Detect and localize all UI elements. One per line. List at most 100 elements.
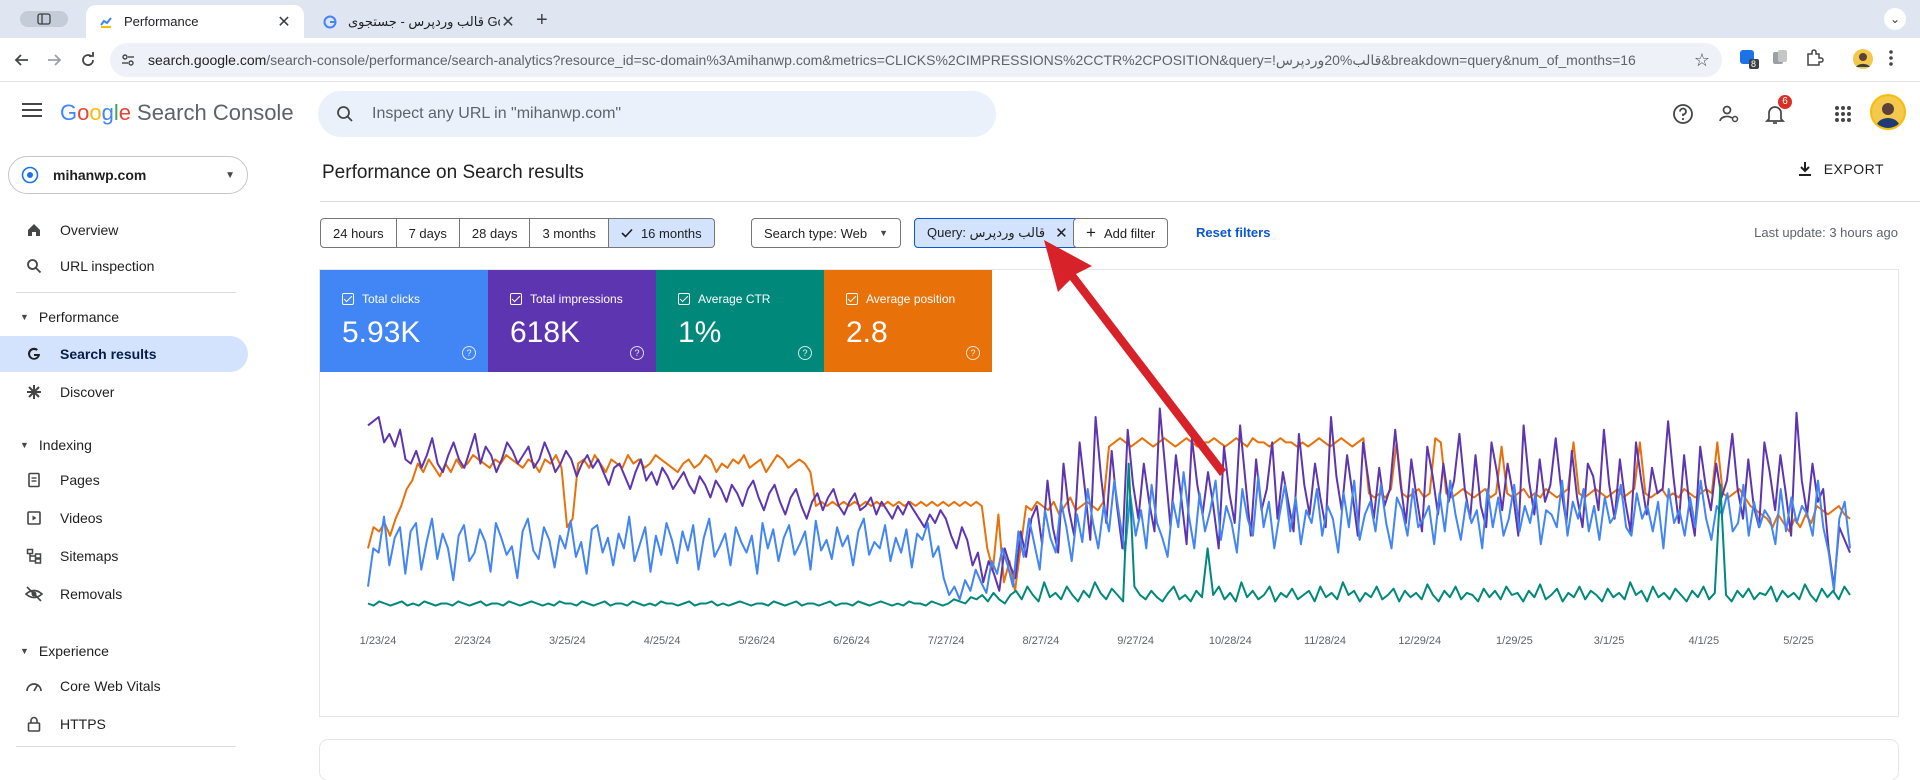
profile-avatar-icon[interactable] xyxy=(1852,48,1876,72)
metric-label: Total impressions xyxy=(530,292,623,306)
metric-average-ctr[interactable]: Average CTR 1% ? xyxy=(656,270,824,372)
property-selector[interactable]: mihanwp.com ▼ xyxy=(8,156,248,194)
extension-icon[interactable] xyxy=(1770,48,1794,72)
sidebar-item-url-inspection[interactable]: URL inspection xyxy=(0,248,248,284)
checkbox-checked-icon[interactable] xyxy=(678,293,690,305)
metric-value: 2.8 xyxy=(846,316,888,349)
page-title: Performance on Search results xyxy=(322,162,584,183)
last-update-text: Last update: 3 hours ago xyxy=(1754,225,1898,240)
sidebar-item-sitemaps[interactable]: Sitemaps xyxy=(0,538,248,574)
inspect-url-input[interactable] xyxy=(372,103,972,125)
notifications-bell-icon[interactable]: 6 xyxy=(1760,95,1792,129)
search-console-favicon-icon xyxy=(98,14,114,30)
sidebar-item-label: HTTPS xyxy=(60,716,106,732)
lock-icon xyxy=(24,714,44,734)
account-avatar[interactable] xyxy=(1870,94,1906,130)
search-type-filter[interactable]: Search type: Web ▼ xyxy=(751,218,902,248)
sidebar-item-label: Discover xyxy=(60,384,115,400)
range-7-days[interactable]: 7 days xyxy=(396,218,460,248)
extension-badge-icon[interactable]: 8 xyxy=(1738,48,1762,72)
sidebar-section-label: Performance xyxy=(38,309,120,325)
help-icon[interactable]: ? xyxy=(798,346,812,360)
close-tab-icon[interactable]: ✕ xyxy=(500,12,516,32)
export-button[interactable]: EXPORT xyxy=(1798,161,1884,177)
x-axis-tick-label: 1/29/25 xyxy=(1496,635,1533,647)
metric-total-clicks[interactable]: Total clicks 5.93K ? xyxy=(320,270,488,372)
google-apps-icon[interactable] xyxy=(1828,99,1858,129)
help-icon[interactable]: ? xyxy=(966,346,980,360)
sidebar-item-removals[interactable]: Removals xyxy=(0,576,248,612)
back-icon[interactable] xyxy=(10,48,34,72)
series-line-total-impressions xyxy=(367,407,1851,592)
range-16-months[interactable]: 16 months xyxy=(608,218,715,248)
plus-icon: + xyxy=(1086,223,1096,242)
sidebar-item-search-results[interactable]: Search results xyxy=(0,336,248,372)
url-host: search.google.com xyxy=(148,52,267,68)
main-menu-icon[interactable] xyxy=(22,102,42,123)
bookmark-star-icon[interactable]: ☆ xyxy=(1694,50,1710,71)
forward-icon[interactable] xyxy=(42,48,66,72)
sidebar-item-pages[interactable]: Pages xyxy=(0,462,248,498)
metric-total-impressions[interactable]: Total impressions 618K ? xyxy=(488,270,656,372)
url-inspection-search[interactable] xyxy=(318,91,996,137)
performance-line-chart[interactable]: 1/23/24 2/23/24 3/25/24 4/25/24 5/26/24 6/26/… xyxy=(320,372,1898,716)
dropdown-caret-icon: ▼ xyxy=(225,169,235,181)
browser-menu-icon[interactable] xyxy=(1888,48,1912,72)
sidebar-item-label: Videos xyxy=(60,510,103,526)
extensions-puzzle-icon[interactable] xyxy=(1804,48,1828,72)
site-info-icon[interactable] xyxy=(120,52,136,73)
metric-label: Total clicks xyxy=(362,292,421,306)
range-label: 28 days xyxy=(471,225,518,241)
range-label: 16 months xyxy=(640,225,702,241)
tab-performance[interactable]: Performance ✕ xyxy=(86,5,304,38)
metric-average-position[interactable]: Average position 2.8 ? xyxy=(824,270,992,372)
search-type-label: Search type: Web xyxy=(764,225,868,241)
sidebar-section-experience[interactable]: ▼ Experience xyxy=(0,636,248,666)
export-label: EXPORT xyxy=(1823,161,1884,177)
range-3-months[interactable]: 3 months xyxy=(530,218,609,248)
google-favicon-icon xyxy=(322,14,338,30)
x-axis-tick-label: 1/23/24 xyxy=(360,635,397,647)
sidebar-item-videos[interactable]: Videos xyxy=(0,500,248,536)
metric-value: 5.93K xyxy=(342,316,421,349)
x-axis-tick-label: 11/28/24 xyxy=(1304,635,1346,647)
new-tab-icon[interactable]: + xyxy=(536,9,548,32)
help-icon[interactable] xyxy=(1668,99,1698,129)
browser-toolbar: search.google.com/search-console/perform… xyxy=(0,38,1920,82)
sidebar-item-overview[interactable]: Overview xyxy=(0,212,248,248)
sidebar-toggle-icon[interactable] xyxy=(20,11,68,27)
range-28-days[interactable]: 28 days xyxy=(459,218,531,248)
sidebar-item-core-web-vitals[interactable]: Core Web Vitals xyxy=(0,668,248,704)
address-bar[interactable]: search.google.com/search-console/perform… xyxy=(110,43,1722,77)
videos-icon xyxy=(24,508,44,528)
x-axis-tick-label: 4/1/25 xyxy=(1689,635,1720,647)
remove-filter-icon[interactable]: ✕ xyxy=(1055,224,1068,242)
help-icon[interactable]: ? xyxy=(630,346,644,360)
x-axis-tick-label: 9/27/24 xyxy=(1117,635,1154,647)
query-filter-chip[interactable]: Query: قالب وردپرس ✕ xyxy=(914,218,1081,248)
title-divider xyxy=(320,201,1920,202)
range-label: 24 hours xyxy=(333,225,384,241)
tab-title: قالب وردپرس - جستجوی Google xyxy=(348,13,500,29)
sidebar-item-https[interactable]: HTTPS xyxy=(0,706,248,742)
checkbox-checked-icon[interactable] xyxy=(846,293,858,305)
reload-icon[interactable] xyxy=(76,48,100,72)
sidebar-section-indexing[interactable]: ▼ Indexing xyxy=(0,430,248,460)
manage-users-icon[interactable] xyxy=(1714,99,1744,129)
metric-label: Average position xyxy=(866,292,956,306)
reset-filters-link[interactable]: Reset filters xyxy=(1196,225,1270,240)
metric-value: 1% xyxy=(678,316,722,349)
add-filter-button[interactable]: + Add filter xyxy=(1073,218,1169,248)
checkbox-checked-icon[interactable] xyxy=(510,293,522,305)
tab-google-search[interactable]: قالب وردپرس - جستجوی Google ✕ xyxy=(310,5,528,38)
range-24-hours[interactable]: 24 hours xyxy=(320,218,397,248)
close-tab-icon[interactable]: ✕ xyxy=(276,12,292,32)
sidebar-section-performance[interactable]: ▼ Performance xyxy=(0,302,248,332)
tab-search-chevron-icon[interactable]: ⌄ xyxy=(1884,8,1906,30)
help-icon[interactable]: ? xyxy=(462,346,476,360)
sidebar-item-label: Removals xyxy=(60,586,123,602)
sidebar-item-discover[interactable]: Discover xyxy=(0,374,248,410)
search-console-logo[interactable]: Google Search Console xyxy=(60,100,294,126)
asterisk-icon xyxy=(24,382,44,402)
checkbox-checked-icon[interactable] xyxy=(342,293,354,305)
